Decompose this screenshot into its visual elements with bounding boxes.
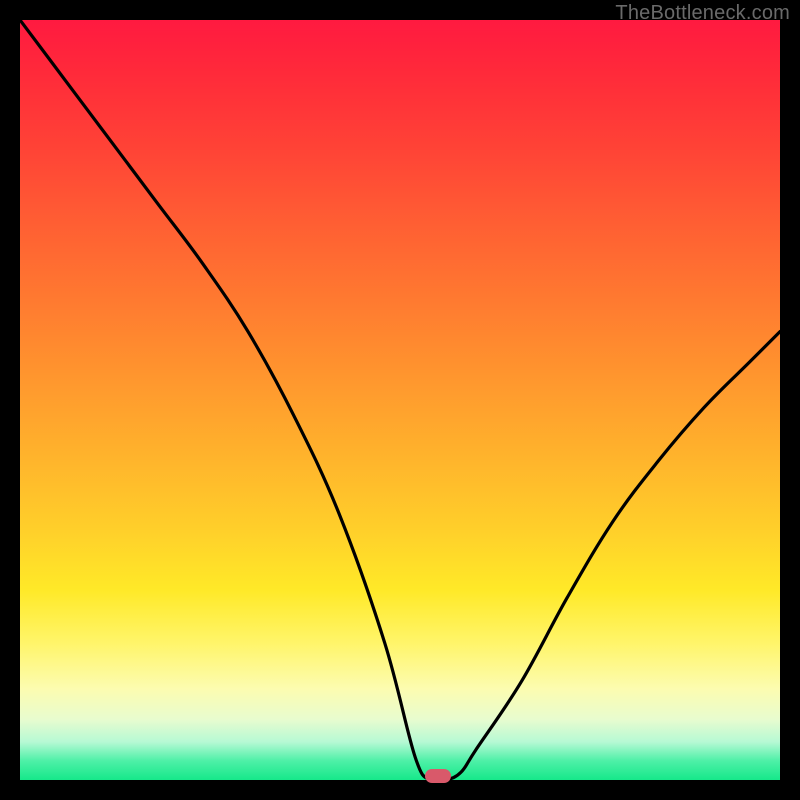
chart-frame: TheBottleneck.com [0, 0, 800, 800]
bottleneck-curve [20, 20, 780, 780]
plot-area [20, 20, 780, 780]
optimum-marker [425, 769, 451, 783]
curve-path [20, 20, 780, 780]
